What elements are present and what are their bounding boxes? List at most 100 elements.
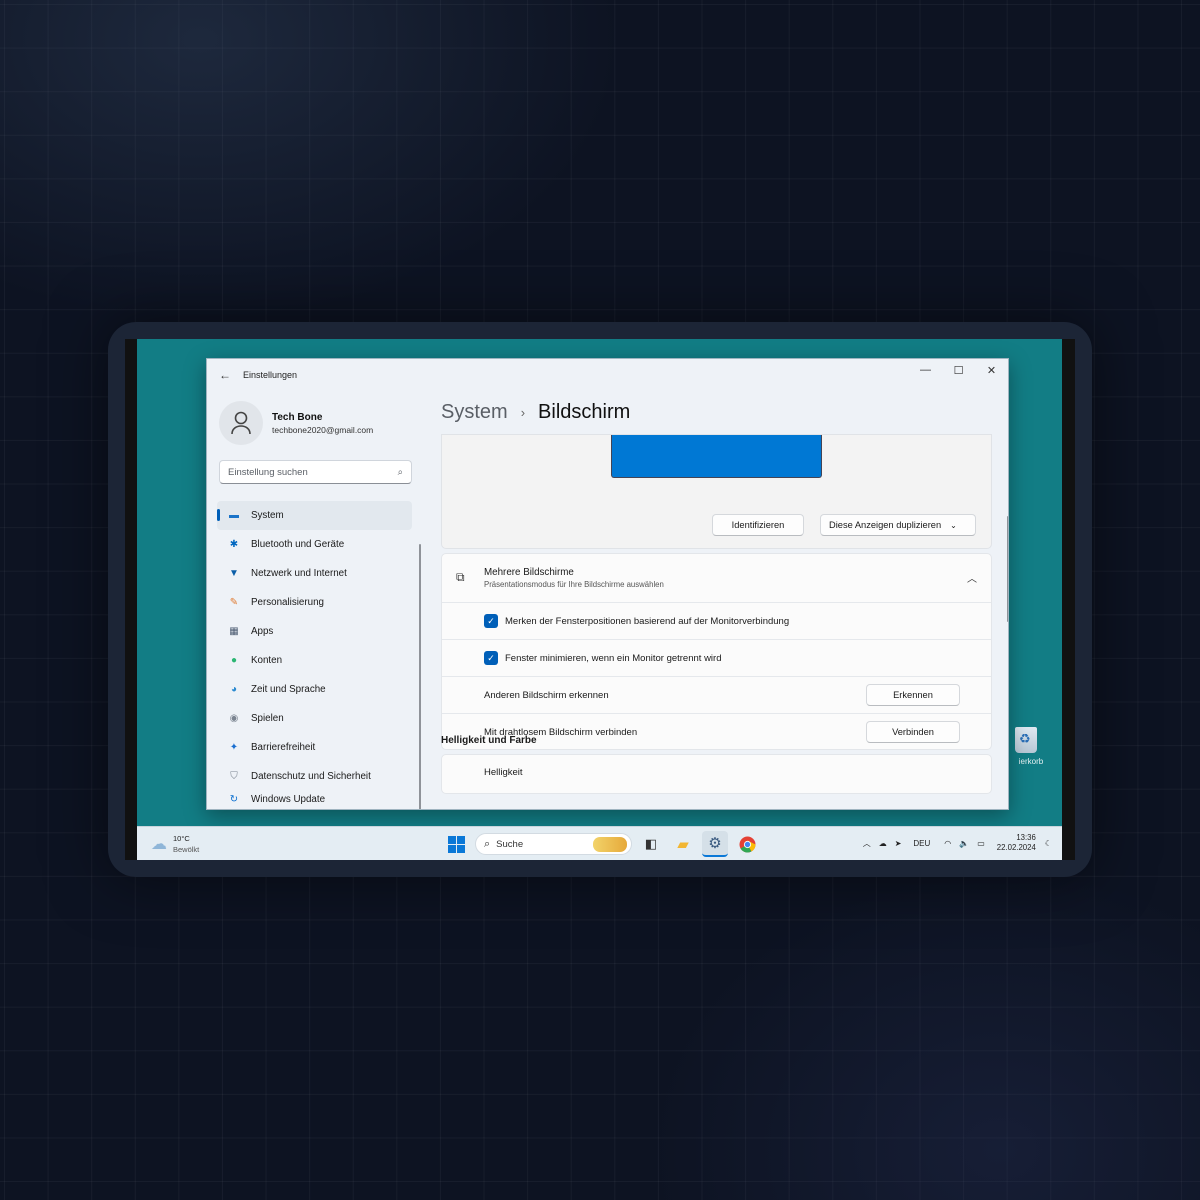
monitor-tile[interactable] [611, 435, 822, 478]
breadcrumb-parent[interactable]: System [441, 401, 508, 424]
search-input[interactable]: Einstellung suchen ⌕ [219, 460, 412, 484]
globe-icon: ◕ [230, 684, 238, 695]
folder-icon: ▰ [677, 836, 689, 853]
multi-display-icon: ⧉ [456, 570, 465, 584]
bluetooth-icon: ✱ [229, 539, 239, 550]
duplicate-dropdown[interactable]: Diese Anzeigen duplizieren ⌄ [820, 514, 976, 536]
speaker-icon[interactable]: 🔈 [959, 839, 969, 848]
checkbox-checked-icon[interactable]: ✓ [484, 651, 498, 665]
sidebar-item-accessibility[interactable]: ✦ Barrierefreiheit [217, 733, 412, 762]
clock[interactable]: 13:36 22.02.2024 [997, 833, 1036, 853]
identify-button[interactable]: Identifizieren [712, 514, 804, 536]
search-icon: ⌕ [484, 837, 491, 850]
sidebar-item-bluetooth[interactable]: ✱ Bluetooth und Geräte [217, 530, 412, 559]
file-explorer-button[interactable]: ▰ [670, 831, 696, 857]
sidebar-item-apps[interactable]: ▦ Apps [217, 617, 412, 646]
desktop: ierkorb ← Einstellungen — ☐ ✕ [137, 339, 1062, 860]
weather-text: Bewölkt [173, 845, 200, 854]
multi-display-header[interactable]: ⧉ Mehrere Bildschirme Präsentationsmodus… [442, 554, 991, 602]
sidebar-item-gaming[interactable]: ◉ Spielen [217, 704, 412, 733]
brush-icon: ✎ [229, 597, 239, 608]
window-title: Einstellungen [243, 370, 298, 380]
shield-icon: ⛉ [230, 771, 238, 782]
profile-email: techbone2020@gmail.com [272, 424, 374, 435]
detect-button[interactable]: Erkennen [866, 684, 960, 706]
connect-button[interactable]: Verbinden [866, 721, 960, 743]
chevron-up-icon[interactable]: ︿ [967, 570, 977, 585]
multi-display-title: Mehrere Bildschirme [484, 567, 574, 578]
section-title: Helligkeit und Farbe [441, 735, 537, 746]
recycle-bin-icon [1015, 727, 1037, 753]
recycle-bin-shortcut[interactable]: ierkorb [1005, 727, 1047, 766]
clock-date: 22.02.2024 [996, 843, 1036, 852]
chrome-button[interactable] [734, 831, 760, 857]
option-remember-positions[interactable]: ✓ Merken der Fensterpositionen basierend… [442, 602, 991, 639]
start-button[interactable] [443, 831, 469, 857]
display-preview: Identifizieren Diese Anzeigen dupliziere… [441, 434, 992, 549]
screen-bezel: ierkorb ← Einstellungen — ☐ ✕ [125, 339, 1075, 860]
recycle-bin-label: ierkorb [1018, 757, 1044, 766]
tablet-frame: ierkorb ← Einstellungen — ☐ ✕ [108, 322, 1092, 877]
weather-widget[interactable]: ☁ 10°C Bewölkt [151, 833, 199, 855]
multi-display-card: ⧉ Mehrere Bildschirme Präsentationsmodus… [441, 553, 992, 750]
location-icon[interactable]: ➤ [895, 839, 902, 848]
option-minimize-windows[interactable]: ✓ Fenster minimieren, wenn ein Monitor g… [442, 639, 991, 676]
cloud-icon: ☁ [151, 836, 167, 853]
language-indicator[interactable]: DEU [913, 839, 930, 848]
option-label: Fenster minimieren, wenn ein Monitor get… [505, 652, 722, 664]
gamepad-icon: ◉ [229, 713, 239, 724]
window-controls: — ☐ ✕ [909, 359, 1008, 381]
profile[interactable]: Tech Bone techbone2020@gmail.com [219, 401, 373, 445]
sidebar-item-label: Zeit und Sprache [251, 684, 326, 695]
breadcrumb: System › Bildschirm [441, 401, 630, 424]
update-icon: ↻ [229, 794, 239, 805]
wifi-icon[interactable]: ◠ [944, 839, 951, 848]
taskbar: ☁ 10°C Bewölkt ⌕ Suche ◧ ▰ ⚙ ︿ ☁ ➤ DEU ◠… [137, 826, 1062, 860]
taskbar-center: ⌕ Suche ◧ ▰ ⚙ [443, 831, 766, 857]
back-arrow-icon[interactable]: ← [219, 368, 231, 382]
sidebar-item-label: Barrierefreiheit [251, 742, 316, 753]
battery-icon[interactable]: ▭ [977, 839, 985, 848]
avatar [219, 401, 263, 445]
sidebar-item-accounts[interactable]: ● Konten [217, 646, 412, 675]
settings-app-button[interactable]: ⚙ [702, 831, 728, 857]
sidebar-scrollbar[interactable] [419, 544, 421, 809]
nav-list: ▬ System ✱ Bluetooth und Geräte ▼ Netzwerk … [217, 501, 412, 809]
brightness-card[interactable]: Helligkeit [441, 754, 992, 794]
chrome-icon [739, 836, 755, 852]
task-view-icon: ◧ [644, 836, 658, 851]
sidebar-item-label: Spielen [251, 713, 284, 724]
sidebar-item-time[interactable]: ◕ Zeit und Sprache [217, 675, 412, 704]
sidebar-item-label: Personalisierung [251, 597, 324, 608]
search-placeholder: Einstellung suchen [228, 467, 308, 478]
multi-display-subtitle: Präsentationsmodus für Ihre Bildschirme … [484, 580, 664, 589]
search-icon: ⌕ [397, 467, 403, 478]
search-highlight-icon [593, 837, 627, 852]
sidebar-item-label: Apps [251, 626, 274, 637]
sidebar-item-network[interactable]: ▼ Netzwerk und Internet [217, 559, 412, 588]
main-content: System › Bildschirm Identifizieren Diese… [441, 391, 1008, 809]
taskbar-search[interactable]: ⌕ Suche [475, 833, 632, 855]
sidebar-item-label: Datenschutz und Sicherheit [251, 771, 371, 782]
sidebar-item-personalization[interactable]: ✎ Personalisierung [217, 588, 412, 617]
apps-icon: ▦ [229, 626, 239, 637]
user-icon [231, 411, 251, 435]
windows-logo-icon [447, 835, 465, 853]
sidebar-item-update[interactable]: ↻ Windows Update [217, 791, 412, 809]
onedrive-icon[interactable]: ☁ [879, 839, 887, 848]
sidebar-item-privacy[interactable]: ⛉ Datenschutz und Sicherheit [217, 762, 412, 791]
page-title: Bildschirm [538, 401, 631, 423]
sidebar-item-label: Windows Update [251, 794, 326, 805]
moon-icon[interactable]: ☾ [1045, 839, 1052, 848]
maximize-button[interactable]: ☐ [942, 359, 975, 381]
system-icon: ▬ [229, 510, 239, 521]
content-scrollbar[interactable] [1007, 516, 1008, 622]
accessibility-icon: ✦ [229, 742, 239, 753]
close-button[interactable]: ✕ [975, 359, 1008, 381]
checkbox-checked-icon[interactable]: ✓ [484, 614, 498, 628]
sidebar-item-system[interactable]: ▬ System [217, 501, 412, 530]
system-tray: ︿ ☁ ➤ DEU ◠ 🔈 ▭ 13:36 22.02.2024 ☾ [855, 833, 1052, 853]
task-view-button[interactable]: ◧ [638, 831, 664, 857]
minimize-button[interactable]: — [909, 359, 942, 381]
chevron-up-icon[interactable]: ︿ [863, 838, 871, 849]
